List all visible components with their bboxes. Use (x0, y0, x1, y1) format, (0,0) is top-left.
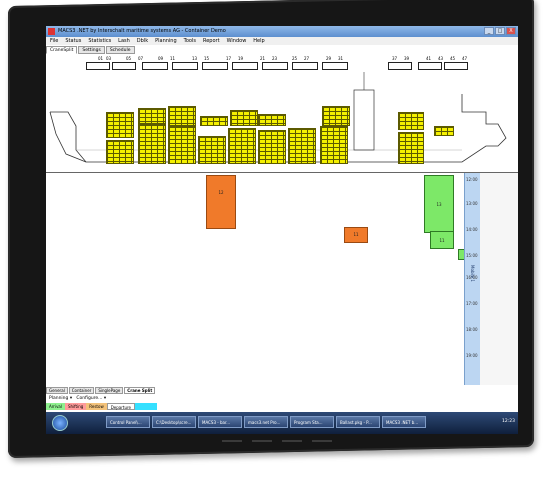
time-tick: 14:00 (466, 227, 478, 232)
monitor-button[interactable] (312, 440, 332, 442)
container-stack[interactable] (322, 106, 350, 126)
container-stack[interactable] (288, 128, 316, 164)
tab-container[interactable]: Container (68, 387, 95, 394)
menu-planning[interactable]: Planning (155, 37, 177, 45)
crane-task[interactable]: 11 (430, 231, 454, 249)
legend-departure: Departure (106, 403, 136, 410)
menu-report[interactable]: Report (203, 37, 220, 45)
menu-dblk[interactable]: Dblk (137, 37, 148, 45)
bottom-tabs: General Container SinglePage Crane Split (46, 387, 156, 394)
time-tick: 13:00 (466, 201, 478, 206)
time-tick: 12:00 (466, 177, 478, 182)
container-stack[interactable] (398, 132, 424, 164)
legend-restow: Restow (86, 403, 107, 410)
task-label: 12 (218, 190, 224, 195)
task-label: 11 (353, 232, 359, 237)
taskbar-item[interactable]: MACS3 - bar... (198, 416, 242, 428)
task-label: 11 (439, 238, 445, 243)
taskbar-clock: 12:23 (502, 419, 515, 424)
menu-window[interactable]: Window (227, 37, 247, 45)
view-tabs: CraneSplit Settings Schedule (46, 46, 136, 54)
screen: MACS3 .NET by Interschalt maritime syste… (46, 26, 518, 434)
legend-swatch (135, 403, 158, 410)
time-tick: 17:00 (466, 301, 478, 306)
container-stack[interactable] (258, 130, 286, 164)
time-tick: 18:00 (466, 327, 478, 332)
tab-singlepage[interactable]: SinglePage (95, 387, 124, 394)
time-axis: 12:00 13:00 14:00 15:00 16:00 17:00 18:0… (464, 173, 481, 385)
container-stack[interactable] (106, 112, 134, 138)
time-tick: 19:00 (466, 353, 478, 358)
planning-dropdown[interactable]: Planning ▾ (49, 396, 72, 401)
container-stack[interactable] (258, 114, 286, 126)
container-stack[interactable] (434, 126, 454, 136)
tab-cranesplit[interactable]: CraneSplit (46, 46, 78, 54)
taskbar-item[interactable]: Control Panel\... (106, 416, 150, 428)
task-label: 13 (436, 202, 442, 207)
container-stack[interactable] (138, 124, 166, 164)
planning-toolbar: Planning ▾ Configure... ▾ (46, 395, 106, 402)
container-stack[interactable] (320, 126, 348, 164)
menu-help[interactable]: Help (253, 37, 264, 45)
legend-shifting: Shifting (65, 403, 87, 410)
container-stack[interactable] (168, 126, 196, 164)
taskbar-item[interactable]: MACS3 .NET b... (382, 416, 426, 428)
tab-crane-split[interactable]: Crane Split (124, 387, 156, 394)
windows-taskbar: Control Panel\... C:\Desktop\scre... MAC… (46, 412, 518, 434)
taskbar-item[interactable]: Ballast.pkg - P... (336, 416, 380, 428)
tab-schedule[interactable]: Schedule (105, 46, 135, 54)
crane-task[interactable]: 12 (206, 175, 236, 229)
container-stack[interactable] (200, 116, 228, 126)
monitor-button[interactable] (222, 440, 242, 442)
container-stack[interactable] (138, 108, 166, 124)
minimize-button[interactable]: _ (484, 27, 494, 35)
maximize-button[interactable]: □ (495, 27, 505, 35)
time-tick: 15:00 (466, 253, 478, 258)
crane-task[interactable]: 11 (344, 227, 368, 243)
container-stack[interactable] (398, 112, 424, 130)
time-axis-label: Mobile 1 (470, 265, 475, 282)
ship-profile: 01 03 05 07 09 11 13 15 17 19 21 23 25 2… (46, 54, 518, 173)
menu-lash[interactable]: Lash (118, 37, 130, 45)
menu-status[interactable]: Status (65, 37, 81, 45)
container-stack[interactable] (230, 110, 258, 126)
crane-task[interactable]: 13 (424, 175, 454, 233)
menu-statistics[interactable]: Statistics (88, 37, 111, 45)
app-icon (48, 28, 55, 35)
window-controls: _ □ X (484, 27, 516, 35)
window-title: MACS3 .NET by Interschalt maritime syste… (58, 28, 226, 34)
menu-tools[interactable]: Tools (184, 37, 196, 45)
tab-settings[interactable]: Settings (78, 46, 105, 54)
menu-bar: File Status Statistics Lash Dblk Plannin… (46, 37, 518, 45)
container-stack[interactable] (168, 106, 196, 126)
taskbar-item[interactable]: C:\Desktop\scre... (152, 416, 196, 428)
container-stack[interactable] (198, 136, 226, 164)
tab-general[interactable]: General (46, 387, 68, 394)
container-stack[interactable] (106, 140, 134, 164)
start-button[interactable] (52, 415, 68, 431)
taskbar-item[interactable]: macs3.net Pro... (244, 416, 288, 428)
menu-file[interactable]: File (50, 37, 58, 45)
legend-arrival: Arrival (46, 403, 65, 410)
monitor-button[interactable] (282, 440, 302, 442)
configure-dropdown[interactable]: Configure... ▾ (76, 396, 106, 401)
container-stack[interactable] (228, 128, 256, 164)
monitor-button[interactable] (252, 440, 272, 442)
monitor-button-strip (212, 432, 342, 448)
gantt-margin (480, 173, 518, 385)
taskbar-item[interactable]: Program Sta... (290, 416, 334, 428)
status-legend: Arrival Shifting Restow Departure (46, 403, 158, 410)
close-button[interactable]: X (506, 27, 516, 35)
crane-split-gantt: 12 11 13 11 9 12:00 13:00 14:00 15:00 16… (46, 173, 518, 385)
title-bar: MACS3 .NET by Interschalt maritime syste… (46, 26, 518, 37)
